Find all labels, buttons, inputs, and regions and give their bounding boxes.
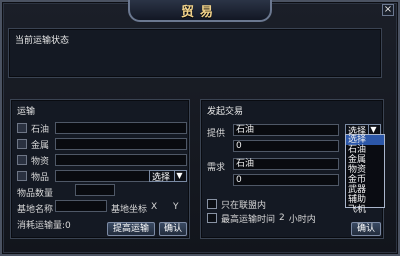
dropdown-item[interactable]: 物资 [346,165,384,175]
oil-label: 石油 [31,124,50,135]
metal-icon [17,139,27,149]
item-quantity-label: 物品数量 [17,189,54,199]
max-time-checkbox[interactable] [207,213,217,223]
item-quantity-field[interactable] [75,184,115,196]
item-field[interactable] [55,170,151,182]
offer-amount-field[interactable]: 0 [233,140,339,152]
offer-label: 提供 [207,129,226,139]
window-title: 贸易 [180,4,219,20]
right-confirm-button[interactable]: 确认 [351,222,381,236]
supplies-label: 物资 [31,156,50,167]
need-resource-field[interactable]: 石油 [233,158,339,170]
coord-x-label: X [151,202,158,212]
max-time-unit: 小时内 [288,214,316,225]
coord-y-label: Y [173,202,179,212]
close-button[interactable]: × [382,4,394,16]
need-amount-field[interactable]: 0 [233,174,339,186]
max-time-label: 最高运输时间 [221,214,276,225]
transport-title: 运输 [17,107,36,117]
item-label: 物品 [31,172,50,183]
dropdown-item[interactable]: 飞机 [346,205,384,215]
base-name-label: 基地名称 [17,205,54,215]
consumption-value: 0 [65,221,71,231]
dropdown-item[interactable]: 金币 [346,175,384,185]
dropdown-item[interactable]: 辅助 [346,195,384,205]
only-alliance-label: 只在联盟内 [221,200,267,211]
supplies-icon [17,155,27,165]
status-section: 当前运输状态 [8,28,382,78]
dropdown-item[interactable]: 金属 [346,155,384,165]
dropdown-item[interactable]: 选择 [346,135,384,145]
trade-title: 发起交易 [207,107,244,117]
oil-field[interactable] [55,122,187,134]
boost-button[interactable]: 提高运输 [107,222,155,236]
left-confirm-button[interactable]: 确认 [159,222,187,236]
base-name-field[interactable] [55,200,107,212]
title-banner: 贸易 [128,0,272,22]
dropdown-item[interactable]: 武器 [346,185,384,195]
need-label: 需求 [207,163,226,173]
resource-dropdown: 选择 石油 金属 物资 金币 武器 辅助 飞机 [345,134,385,215]
consumption-text: 消耗运输量: [17,221,66,231]
only-alliance-checkbox[interactable] [207,199,217,209]
item-icon [17,171,27,181]
base-coords-label: 基地坐标 [111,205,148,215]
supplies-field[interactable] [55,154,187,166]
max-time-value: 2 [279,213,285,223]
chevron-down-icon: ▼ [174,171,184,181]
status-title: 当前运输状态 [15,36,70,46]
consumption-label: 消耗运输量:0 [17,218,71,231]
item-select[interactable]: 选择 ▼ [149,170,187,183]
oil-icon [17,123,27,133]
offer-resource-field[interactable]: 石油 [233,124,339,136]
transport-panel: 运输 石油 金属 物资 物品 选择 ▼ 物品数量 基地名称 基地坐标 X Y 消… [10,99,190,239]
metal-label: 金属 [31,140,50,151]
metal-field[interactable] [55,138,187,150]
item-select-value: 选择 [152,172,171,183]
dropdown-item[interactable]: 石油 [346,145,384,155]
